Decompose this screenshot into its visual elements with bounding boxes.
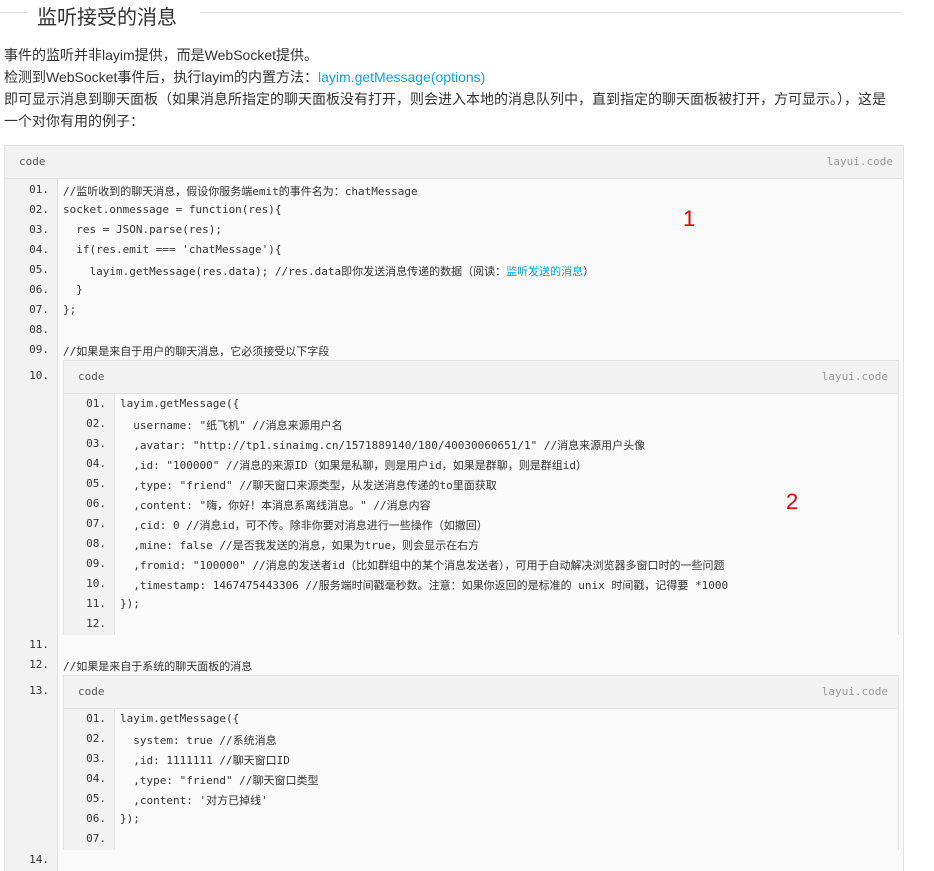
line-number: 02. [86,417,106,430]
line-number: 13. [29,684,49,697]
send-message-doc-link[interactable]: 监听发送的消息 [506,265,583,278]
code-line: ,type: "friend" //聊天窗口来源类型，从发送消息传递的to里面获… [120,479,497,492]
code-line-text: layim.getMessage(res.data); //res.data即你… [63,265,507,278]
inner-code-body: 01. 02. 03. 04. 05. 06. 07. layim.getMes… [64,709,898,850]
code-line: ,fromid: "100000" //消息的发送者id（比如群组中的某个消息发… [120,559,725,572]
code-line: ,content: '对方已掉线' [120,794,268,807]
inner-code-block-system: code layui.code 01. 02. 03. 04. 05. 06. … [63,675,899,850]
inner-code-body: 01. 02. 03. 04. 05. 06. 07. 08. 09. 10. … [64,394,898,635]
code-line: layim.getMessage({ [120,712,240,725]
intro-line-3: 即可显示消息到聊天面板（如果消息所指定的聊天面板没有打开，则会进入本地的消息队列… [4,91,886,107]
line-number: 02. [29,203,49,216]
line-number: 01. [86,712,106,725]
line-number: 06. [29,283,49,296]
code-line: ,content: "嗨，你好！本消息系离线消息。" //消息内容 [120,499,431,512]
inner-code-label: code [78,370,105,383]
inner-code-header: code layui.code [64,361,898,394]
code-line: socket.onmessage = function(res){ [63,203,282,216]
code-line: username: "纸飞机" //消息来源用户名 [120,419,343,432]
line-number: 04. [29,243,49,256]
inner-code-brand: layui.code [821,370,888,383]
intro-line-2-text: 检测到WebSocket事件后，执行layim的内置方法： [4,69,319,85]
intro-line-2: 检测到WebSocket事件后，执行layim的内置方法：layim.getMe… [4,66,904,88]
code-line-text: ） [583,265,595,278]
code-line: layim.getMessage({ [120,397,240,410]
code-line: ,avatar: "http://tp1.sinaimg.cn/15718891… [120,439,646,452]
annotation-2: 2 [786,489,799,514]
line-number: 05. [86,792,106,805]
line-number: 12. [29,658,49,671]
outer-code-brand: layui.code [826,155,893,168]
code-line: } [63,283,83,296]
line-number: 10. [29,369,49,382]
line-number: 10. [86,577,106,590]
line-number: 08. [86,537,106,550]
line-number: 12. [86,617,106,630]
code-line: res = JSON.parse(res); [63,223,222,236]
line-number: 03. [86,437,106,450]
line-number: 04. [86,772,106,785]
code-line: ,mine: false //是否我发送的消息，如果为true，则会显示在右方 [120,539,480,552]
code-line: ,timestamp: 1467475443306 //服务端时间戳毫秒数。注意… [120,579,729,592]
line-number: 07. [29,303,49,316]
line-number: 09. [29,343,49,356]
line-number: 05. [86,477,106,490]
section-title: 监听接受的消息 [37,7,177,29]
line-number: 06. [86,812,106,825]
code-line: system: true //系统消息 [120,734,277,747]
code-line: if(res.emit === 'chatMessage'){ [63,243,282,256]
doc-page: 监听接受的消息 事件的监听并非layim提供，而是WebSocket提供。 检测… [0,0,934,871]
getmessage-doc-link[interactable]: layim.getMessage(options) [318,69,485,85]
line-number: 09. [86,557,106,570]
heading-rule-right [200,12,902,13]
line-number: 04. [86,457,106,470]
code-line: ,id: 1111111 //聊天窗口ID [120,754,290,767]
line-number: 07. [86,517,106,530]
intro-line-1: 事件的监听并非layim提供，而是WebSocket提供。 [4,47,319,63]
code-line: ,type: "friend" //聊天窗口类型 [120,774,319,787]
intro-line-4: 一个对你有用的例子： [4,113,144,129]
line-number: 11. [86,597,106,610]
code-line: //如果是来自于系统的聊天面板的消息 [63,660,253,673]
line-number: 14. [29,853,49,866]
line-number: 11. [29,638,49,651]
line-number: 03. [29,223,49,236]
code-line: ,cid: 0 //消息id，可不传。除非你要对消息进行一些操作（如撤回） [120,519,488,532]
inner-code-brand: layui.code [821,685,888,698]
inner-code-label: code [78,685,105,698]
outer-code-body: 01. 02. 03. 04. 05. 06. 07. 08. 09. 10. … [5,179,903,871]
code-line: //如果是来自于用户的聊天消息，它必须接受以下字段 [63,345,330,358]
line-number: 03. [86,752,106,765]
line-number: 02. [86,732,106,745]
code-line: ,id: "100000" //消息的来源ID（如果是私聊，则是用户id，如果是… [120,459,587,472]
inner-code-header: code layui.code [64,676,898,709]
inner-code-block-user: code layui.code 01. 02. 03. 04. 05. 06. … [63,360,899,635]
annotation-1: 1 [683,206,696,231]
intro-paragraph: 事件的监听并非layim提供，而是WebSocket提供。 检测到WebSock… [4,44,904,132]
section-heading: 监听接受的消息 [0,0,902,29]
code-line: }; [63,303,77,316]
code-line: }); [120,812,140,825]
outer-code-label: code [19,155,46,168]
line-number: 01. [86,397,106,410]
line-number: 05. [29,263,49,276]
outer-code-header: code layui.code [5,146,903,179]
line-number: 06. [86,497,106,510]
code-line: }); [120,597,140,610]
outer-code-block: code layui.code 01. 02. 03. 04. 05. 06. … [4,145,904,871]
line-number: 08. [29,323,49,336]
line-number: 07. [86,832,106,845]
line-number: 01. [29,183,49,196]
heading-rule-left [0,12,28,13]
code-line: layim.getMessage(res.data); //res.data即你… [63,263,594,279]
code-line: //监听收到的聊天消息，假设你服务端emit的事件名为：chatMessage [63,185,418,198]
